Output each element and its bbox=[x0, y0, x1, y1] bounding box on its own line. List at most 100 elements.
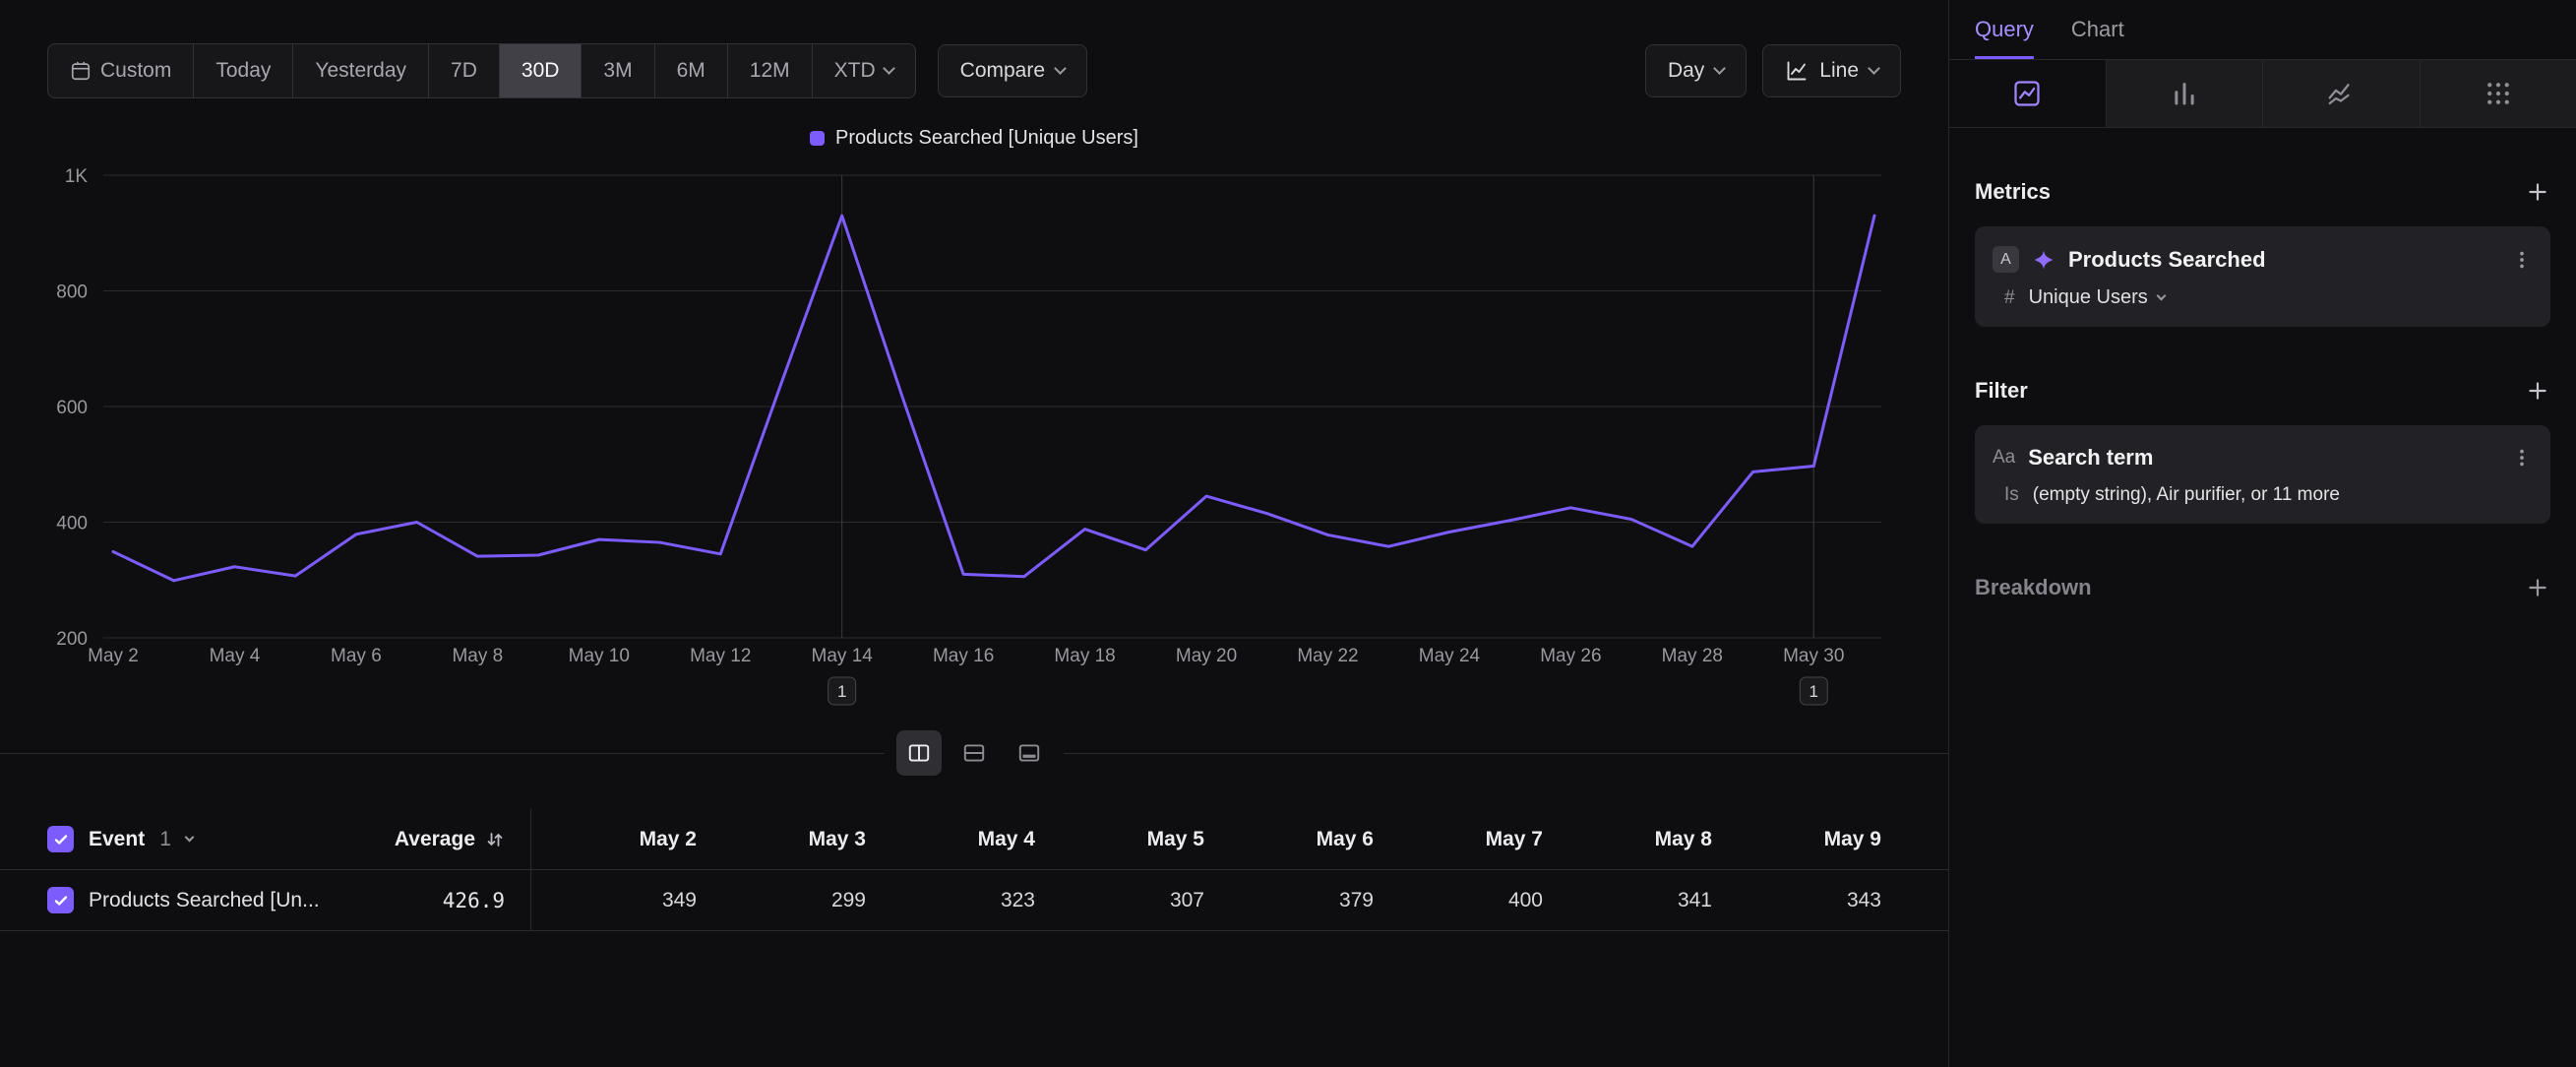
series-badge: A bbox=[1993, 246, 2019, 273]
metric-grid-icon bbox=[2484, 79, 2513, 108]
range-label: 30D bbox=[521, 59, 560, 83]
plus-icon bbox=[2525, 378, 2550, 404]
event-count: 1 bbox=[159, 828, 171, 851]
breakdown-section-header: Breakdown bbox=[1975, 575, 2550, 600]
metric-card[interactable]: A Products Searched # Unique Users bbox=[1975, 226, 2550, 327]
filter-card[interactable]: Aa Search term Is (empty string), Air pu… bbox=[1975, 425, 2550, 524]
line-chart-icon bbox=[2012, 79, 2042, 108]
text-property-icon: Aa bbox=[1993, 447, 2015, 469]
measure-label: Unique Users bbox=[2029, 286, 2148, 309]
range-label: Custom bbox=[100, 59, 171, 83]
chevron-down-icon bbox=[2156, 290, 2166, 300]
range-button-7d[interactable]: 7D bbox=[429, 44, 500, 97]
y-axis-label: 800 bbox=[56, 282, 88, 303]
add-filter-button[interactable] bbox=[2525, 378, 2550, 404]
tile-line-chart[interactable] bbox=[1949, 60, 2106, 127]
split-view-icon bbox=[906, 740, 932, 766]
table-column-header[interactable]: May 7 bbox=[1378, 828, 1547, 851]
metrics-section-header: Metrics bbox=[1975, 179, 2550, 205]
x-axis-label: May 8 bbox=[452, 646, 503, 666]
x-axis-label: May 14 bbox=[812, 646, 874, 666]
metric-name: Products Searched bbox=[2068, 247, 2266, 273]
add-breakdown-button[interactable] bbox=[2525, 575, 2550, 600]
select-all-checkbox[interactable] bbox=[47, 826, 74, 852]
chevron-down-icon bbox=[1713, 62, 1726, 75]
filter-card-row: Aa Search term bbox=[1993, 445, 2533, 471]
x-axis-label: May 20 bbox=[1176, 646, 1237, 666]
table-column-header[interactable]: May 5 bbox=[1039, 828, 1208, 851]
average-header-cell: Average bbox=[374, 809, 531, 869]
range-button-xtd[interactable]: XTD bbox=[813, 44, 915, 97]
table-column-header[interactable]: May 9 bbox=[1716, 828, 1885, 851]
measure-selector[interactable]: Unique Users bbox=[2029, 286, 2165, 309]
table-column-header[interactable]: May 6 bbox=[1208, 828, 1378, 851]
tab-query[interactable]: Query bbox=[1975, 0, 2034, 59]
sidebar-content: Metrics A Products Searched # Unique Use… bbox=[1949, 179, 2576, 600]
chart-focus-icon bbox=[961, 740, 987, 766]
x-axis-label: May 6 bbox=[331, 646, 382, 666]
range-button-today[interactable]: Today bbox=[194, 44, 293, 97]
layout-chart-focus-button[interactable] bbox=[951, 730, 997, 776]
event-header-label: Event bbox=[89, 828, 145, 851]
chart-type-button[interactable]: Line bbox=[1762, 44, 1901, 97]
results-table: Event 1 Average May 2May 3May 4May 5May … bbox=[0, 809, 1948, 931]
query-sidebar: Query Chart Metrics A Products Searc bbox=[1948, 0, 2576, 1067]
filter-condition-row: Is (empty string), Air purifier, or 11 m… bbox=[2004, 484, 2533, 506]
event-name[interactable]: Products Searched [Un... bbox=[89, 889, 320, 912]
metric-menu-button[interactable] bbox=[2511, 249, 2533, 271]
table-cell-value: 379 bbox=[1208, 889, 1378, 912]
range-button-30d[interactable]: 30D bbox=[500, 44, 583, 97]
tab-chart[interactable]: Chart bbox=[2071, 0, 2124, 59]
tile-stacked-chart[interactable] bbox=[2262, 60, 2420, 127]
range-label: 12M bbox=[750, 59, 790, 83]
chevron-down-icon bbox=[1054, 62, 1067, 75]
layout-split-view-button[interactable] bbox=[896, 730, 942, 776]
table-column-header[interactable]: May 8 bbox=[1547, 828, 1716, 851]
main-panel: Custom Today Yesterday7D 30D 3M6M 12M XTD Comp… bbox=[0, 0, 1948, 1067]
table-header-row: Event 1 Average May 2May 3May 4May 5May … bbox=[0, 809, 1948, 870]
x-axis-label: May 26 bbox=[1540, 646, 1601, 666]
layout-table-focus-button[interactable] bbox=[1007, 730, 1052, 776]
compare-button[interactable]: Compare bbox=[938, 44, 1087, 97]
chart-type-label: Line bbox=[1819, 59, 1859, 83]
range-button-3m[interactable]: 3M bbox=[582, 44, 654, 97]
chart-legend: Products Searched [Unique Users] bbox=[0, 124, 1948, 152]
table-focus-icon bbox=[1016, 740, 1042, 766]
granularity-button[interactable]: Day bbox=[1645, 44, 1747, 97]
table-column-header[interactable]: May 3 bbox=[701, 828, 870, 851]
x-axis-label: May 4 bbox=[210, 646, 261, 666]
range-button-12m[interactable]: 12M bbox=[728, 44, 813, 97]
table-cell-value: 299 bbox=[701, 889, 870, 912]
filter-operator: Is bbox=[2004, 484, 2019, 506]
table-column-header[interactable]: May 4 bbox=[870, 828, 1039, 851]
filter-menu-button[interactable] bbox=[2511, 447, 2533, 469]
x-axis-label: May 10 bbox=[569, 646, 630, 666]
x-axis-label: May 22 bbox=[1297, 646, 1358, 666]
event-name-cell: Products Searched [Un... bbox=[0, 870, 374, 930]
chevron-down-icon[interactable] bbox=[184, 832, 194, 842]
stacked-chart-icon bbox=[2326, 79, 2356, 108]
x-axis-label: May 12 bbox=[690, 646, 751, 666]
filter-title: Filter bbox=[1975, 378, 2028, 404]
range-button-6m[interactable]: 6M bbox=[655, 44, 728, 97]
bar-chart-icon bbox=[2170, 79, 2199, 108]
legend-swatch bbox=[810, 131, 825, 146]
range-button-yesterday[interactable]: Yesterday bbox=[293, 44, 429, 97]
tile-bar-chart[interactable] bbox=[2106, 60, 2263, 127]
table-column-header[interactable]: May 2 bbox=[531, 828, 701, 851]
chevron-down-icon bbox=[1868, 62, 1880, 75]
sort-icon bbox=[485, 830, 505, 849]
granularity-label: Day bbox=[1668, 59, 1704, 83]
range-button-custom[interactable]: Custom bbox=[48, 44, 194, 97]
table-cell-value: 349 bbox=[531, 889, 701, 912]
plus-icon bbox=[2525, 575, 2550, 600]
sparkle-icon bbox=[2032, 248, 2055, 272]
add-metric-button[interactable] bbox=[2525, 179, 2550, 205]
tile-metric-grid[interactable] bbox=[2420, 60, 2576, 127]
table-cell-value: 400 bbox=[1378, 889, 1547, 912]
range-label: Today bbox=[215, 59, 271, 83]
y-axis-label: 200 bbox=[56, 629, 88, 650]
filter-value[interactable]: (empty string), Air purifier, or 11 more bbox=[2033, 484, 2340, 506]
row-checkbox[interactable] bbox=[47, 887, 74, 913]
sort-button[interactable] bbox=[485, 830, 505, 849]
